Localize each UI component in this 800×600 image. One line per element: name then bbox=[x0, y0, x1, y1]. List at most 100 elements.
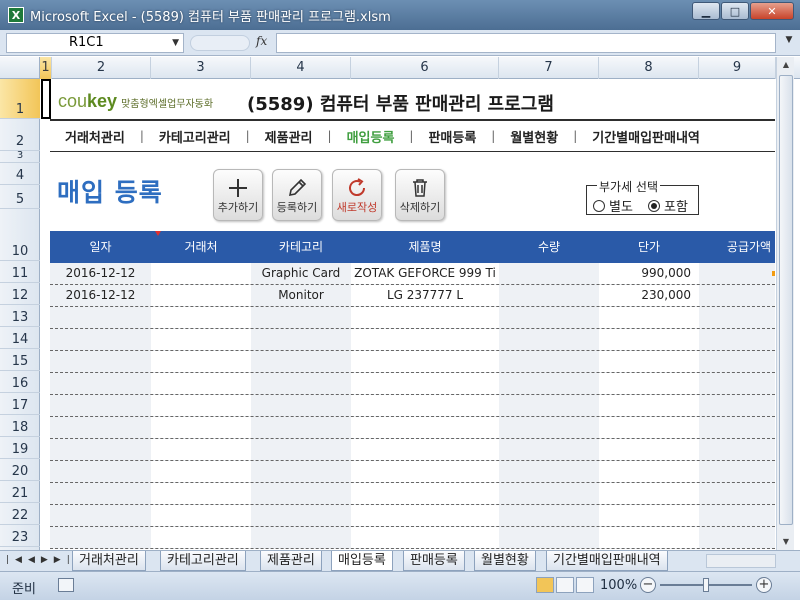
table-cell[interactable] bbox=[351, 351, 499, 372]
table-cell[interactable] bbox=[499, 505, 599, 526]
tab-sales[interactable]: 판매등록 bbox=[403, 551, 465, 571]
table-cell[interactable] bbox=[599, 395, 699, 416]
row-header[interactable]: 2 bbox=[0, 119, 40, 151]
select-all-corner[interactable] bbox=[0, 57, 40, 79]
table-cell[interactable] bbox=[251, 373, 351, 394]
menu-item-period-report[interactable]: 기간별매입판매내역 bbox=[577, 127, 715, 146]
table-cell[interactable]: Graphic Card bbox=[251, 263, 351, 284]
row-header[interactable]: 5 bbox=[0, 185, 40, 209]
maximize-button[interactable]: □ bbox=[721, 2, 749, 20]
tab-navigation-icons[interactable]: |◀◀▶▶| bbox=[6, 555, 76, 565]
row-header[interactable]: 10 bbox=[0, 209, 40, 261]
table-cell[interactable] bbox=[50, 439, 151, 460]
table-cell[interactable] bbox=[151, 285, 251, 306]
vertical-scrollbar[interactable]: ▲ ▼ bbox=[776, 57, 794, 550]
menu-item-purchase[interactable]: 매입등록 bbox=[332, 127, 410, 146]
table-cell[interactable] bbox=[50, 307, 151, 328]
table-cell[interactable]: 2016-12-12 bbox=[50, 263, 151, 284]
zoom-slider-thumb[interactable] bbox=[703, 578, 709, 592]
row-header[interactable]: 23 bbox=[0, 525, 40, 547]
table-cell[interactable]: Monitor bbox=[251, 285, 351, 306]
table-cell[interactable] bbox=[251, 417, 351, 438]
zoom-out-icon[interactable]: − bbox=[640, 577, 656, 593]
table-cell[interactable] bbox=[699, 395, 775, 416]
table-cell[interactable] bbox=[151, 395, 251, 416]
column-header[interactable]: 9 bbox=[699, 57, 776, 79]
register-button[interactable]: 등록하기 bbox=[272, 169, 322, 221]
table-cell[interactable] bbox=[50, 395, 151, 416]
table-cell[interactable] bbox=[251, 439, 351, 460]
row-header[interactable]: 20 bbox=[0, 459, 40, 481]
table-cell[interactable] bbox=[699, 285, 775, 306]
table-cell[interactable] bbox=[699, 417, 775, 438]
column-header[interactable]: 3 bbox=[151, 57, 251, 79]
scroll-thumb[interactable] bbox=[779, 75, 793, 525]
menu-item-product[interactable]: 제품관리 bbox=[250, 127, 328, 146]
table-row[interactable] bbox=[50, 439, 775, 461]
table-cell[interactable] bbox=[699, 263, 775, 284]
tab-vendor[interactable]: 거래처관리 bbox=[72, 551, 146, 571]
horizontal-scrollbar[interactable] bbox=[706, 554, 776, 568]
delete-button[interactable]: 삭제하기 bbox=[395, 169, 445, 221]
table-row[interactable] bbox=[50, 461, 775, 483]
close-button[interactable]: ✕ bbox=[750, 2, 794, 20]
table-cell[interactable] bbox=[599, 483, 699, 504]
row-header[interactable]: 13 bbox=[0, 305, 40, 327]
table-row[interactable] bbox=[50, 527, 775, 549]
table-cell[interactable] bbox=[599, 307, 699, 328]
table-cell[interactable] bbox=[599, 329, 699, 350]
table-cell[interactable] bbox=[151, 351, 251, 372]
table-cell[interactable] bbox=[499, 395, 599, 416]
macro-record-icon[interactable] bbox=[58, 578, 74, 592]
table-cell[interactable] bbox=[50, 505, 151, 526]
table-cell[interactable] bbox=[499, 373, 599, 394]
table-cell[interactable] bbox=[599, 373, 699, 394]
table-row[interactable] bbox=[50, 329, 775, 351]
table-row[interactable] bbox=[50, 307, 775, 329]
table-cell[interactable] bbox=[351, 527, 499, 548]
table-cell[interactable] bbox=[50, 461, 151, 482]
table-cell[interactable] bbox=[499, 461, 599, 482]
table-cell[interactable] bbox=[499, 483, 599, 504]
row-header[interactable]: 18 bbox=[0, 415, 40, 437]
table-cell[interactable] bbox=[351, 439, 499, 460]
table-cell[interactable] bbox=[251, 505, 351, 526]
table-cell[interactable] bbox=[251, 527, 351, 548]
active-cell[interactable] bbox=[41, 79, 51, 119]
column-header[interactable]: 8 bbox=[599, 57, 699, 79]
row-header[interactable]: 4 bbox=[0, 163, 40, 185]
table-cell[interactable] bbox=[151, 329, 251, 350]
table-cell[interactable] bbox=[351, 417, 499, 438]
formula-input[interactable] bbox=[276, 33, 776, 53]
row-header[interactable]: 12 bbox=[0, 283, 40, 305]
table-cell[interactable]: LG 237777 L bbox=[351, 285, 499, 306]
table-cell[interactable]: ZOTAK GEFORCE 999 Ti bbox=[351, 263, 499, 284]
tab-product[interactable]: 제품관리 bbox=[260, 551, 322, 571]
table-cell[interactable] bbox=[351, 307, 499, 328]
table-row[interactable] bbox=[50, 395, 775, 417]
minimize-button[interactable]: ▁ bbox=[692, 2, 720, 20]
page-layout-view-icon[interactable] bbox=[556, 577, 574, 593]
page-break-view-icon[interactable] bbox=[576, 577, 594, 593]
row-header[interactable]: 17 bbox=[0, 393, 40, 415]
row-header[interactable]: 16 bbox=[0, 371, 40, 393]
table-cell[interactable] bbox=[499, 417, 599, 438]
tab-purchase[interactable]: 매입등록 bbox=[331, 551, 393, 571]
formula-bar-grip[interactable] bbox=[190, 35, 250, 51]
table-cell[interactable] bbox=[699, 461, 775, 482]
row-header[interactable]: 19 bbox=[0, 437, 40, 459]
tab-period-report[interactable]: 기간별매입판매내역 bbox=[546, 551, 668, 571]
table-row[interactable]: 2016-12-12 Graphic Card ZOTAK GEFORCE 999 … bbox=[50, 263, 775, 285]
insert-function-icon[interactable]: fx bbox=[256, 34, 267, 48]
table-cell[interactable] bbox=[351, 483, 499, 504]
table-cell[interactable] bbox=[151, 417, 251, 438]
menu-item-sales[interactable]: 판매등록 bbox=[413, 127, 491, 146]
table-cell[interactable] bbox=[151, 505, 251, 526]
table-cell[interactable] bbox=[251, 395, 351, 416]
table-cell[interactable] bbox=[499, 351, 599, 372]
row-header[interactable]: 1 bbox=[0, 79, 40, 119]
table-cell[interactable] bbox=[351, 461, 499, 482]
table-row[interactable] bbox=[50, 483, 775, 505]
table-row[interactable] bbox=[50, 417, 775, 439]
row-header[interactable]: 15 bbox=[0, 349, 40, 371]
